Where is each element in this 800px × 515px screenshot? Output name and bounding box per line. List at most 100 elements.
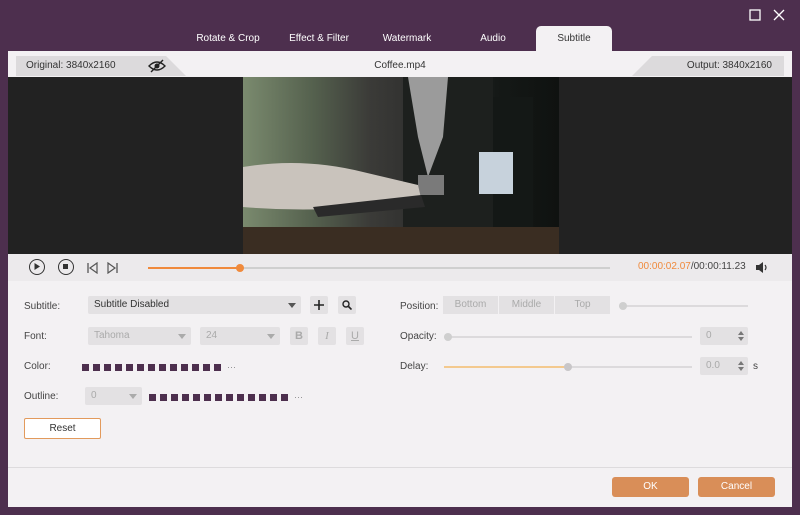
delay-slider-handle[interactable] (564, 363, 572, 371)
color-swatch[interactable] (148, 363, 155, 371)
font-select-value: Tahoma (94, 330, 130, 341)
next-frame-icon[interactable] (107, 261, 119, 277)
subtitle-panel: Original: 3840x2160 Coffee.mp4 Output: 3… (8, 51, 792, 507)
outline-select[interactable]: 0 (85, 387, 142, 405)
tab-bar: Rotate & Crop Effect & Filter Watermark … (182, 26, 612, 51)
output-resolution: Output: 3840x2160 (686, 60, 772, 71)
stop-button[interactable] (58, 259, 74, 275)
outline-label: Outline: (24, 391, 59, 402)
position-bottom[interactable]: Bottom (443, 296, 499, 314)
color-swatch[interactable] (259, 393, 266, 401)
color-swatch[interactable] (137, 363, 144, 371)
opacity-stepper[interactable]: 0 (700, 327, 748, 345)
progress-track[interactable] (148, 264, 610, 272)
color-swatches[interactable]: ··· (82, 362, 236, 372)
color-swatch[interactable] (181, 363, 188, 371)
tab-rotate-crop[interactable]: Rotate & Crop (182, 26, 274, 51)
chevron-down-icon (267, 334, 275, 339)
font-select[interactable]: Tahoma (88, 327, 191, 345)
tab-watermark[interactable]: Watermark (364, 26, 450, 51)
decrement-icon[interactable] (738, 367, 744, 371)
opacity-slider[interactable] (444, 333, 692, 341)
color-swatch[interactable] (115, 363, 122, 371)
opacity-slider-handle[interactable] (444, 333, 452, 341)
color-swatch[interactable] (203, 363, 210, 371)
color-swatch[interactable] (270, 393, 277, 401)
color-swatch[interactable] (192, 363, 199, 371)
color-swatch[interactable] (182, 393, 189, 401)
underline-button[interactable]: U (346, 327, 364, 345)
font-label: Font: (24, 331, 47, 342)
outline-color-swatches[interactable]: ··· (149, 392, 303, 402)
opacity-label: Opacity: (400, 331, 437, 342)
color-swatch[interactable] (237, 393, 244, 401)
delay-value: 0.0 (706, 360, 720, 371)
subtitle-select[interactable]: Subtitle Disabled (88, 296, 301, 314)
color-swatch[interactable] (248, 393, 255, 401)
color-swatch[interactable] (281, 393, 288, 401)
font-size-select[interactable]: 24 (200, 327, 280, 345)
increment-icon[interactable] (738, 361, 744, 365)
position-middle[interactable]: Middle (499, 296, 555, 314)
color-swatch[interactable] (214, 363, 221, 371)
font-size-value: 24 (206, 330, 218, 341)
video-preview (8, 77, 792, 254)
color-swatch[interactable] (93, 363, 100, 371)
subtitle-label: Subtitle: (24, 301, 61, 312)
decrement-icon[interactable] (738, 337, 744, 341)
color-swatch[interactable] (104, 363, 111, 371)
color-swatch[interactable] (193, 393, 200, 401)
maximize-icon[interactable] (749, 9, 761, 24)
tab-audio[interactable]: Audio (450, 26, 536, 51)
reset-button[interactable]: Reset (24, 418, 101, 439)
color-swatch[interactable] (160, 393, 167, 401)
info-bar: Original: 3840x2160 Coffee.mp4 Output: 3… (8, 56, 792, 76)
delay-slider[interactable] (444, 363, 692, 371)
position-slider[interactable] (619, 302, 748, 310)
position-top[interactable]: Top (555, 296, 611, 314)
playback-bar: 00:00:02.07/00:00:11.23 (8, 254, 792, 281)
position-slider-handle[interactable] (619, 302, 627, 310)
close-icon[interactable] (773, 9, 785, 24)
delay-stepper[interactable]: 0.0 (700, 357, 748, 375)
opacity-value: 0 (706, 330, 712, 341)
increment-icon[interactable] (738, 331, 744, 335)
color-swatch[interactable] (171, 393, 178, 401)
progress-fill (148, 267, 241, 269)
footer-divider (8, 467, 792, 468)
color-swatch[interactable] (149, 393, 156, 401)
more-colors-icon[interactable]: ··· (294, 392, 303, 402)
play-button[interactable] (29, 259, 45, 275)
previous-frame-icon[interactable] (86, 261, 98, 277)
color-swatch[interactable] (204, 393, 211, 401)
cancel-button[interactable]: Cancel (698, 477, 775, 497)
color-label: Color: (24, 361, 51, 372)
bold-button[interactable]: B (290, 327, 308, 345)
italic-button[interactable]: I (318, 327, 336, 345)
color-swatch[interactable] (82, 363, 89, 371)
more-colors-icon[interactable]: ··· (227, 362, 236, 372)
position-segmented: Bottom Middle Top (443, 296, 611, 314)
color-swatch[interactable] (215, 393, 222, 401)
color-swatch[interactable] (226, 393, 233, 401)
search-icon (342, 300, 353, 311)
volume-icon[interactable] (755, 261, 769, 277)
ok-button[interactable]: OK (612, 477, 689, 497)
tab-effect-filter[interactable]: Effect & Filter (274, 26, 364, 51)
outline-select-value: 0 (91, 390, 97, 401)
add-subtitle-button[interactable] (310, 296, 328, 314)
delay-label: Delay: (400, 361, 429, 372)
position-label: Position: (400, 301, 439, 312)
chevron-down-icon (129, 394, 137, 399)
subtitle-select-value: Subtitle Disabled (94, 299, 170, 310)
total-time: 00:00:11.23 (693, 261, 746, 272)
video-frame (243, 77, 559, 254)
color-swatch[interactable] (126, 363, 133, 371)
progress-handle[interactable] (236, 264, 245, 272)
current-time: 00:00:02.07 (638, 261, 691, 272)
color-swatch[interactable] (159, 363, 166, 371)
tab-subtitle[interactable]: Subtitle (536, 26, 612, 51)
search-subtitle-button[interactable] (338, 296, 356, 314)
delay-slider-fill (444, 366, 568, 368)
color-swatch[interactable] (170, 363, 177, 371)
